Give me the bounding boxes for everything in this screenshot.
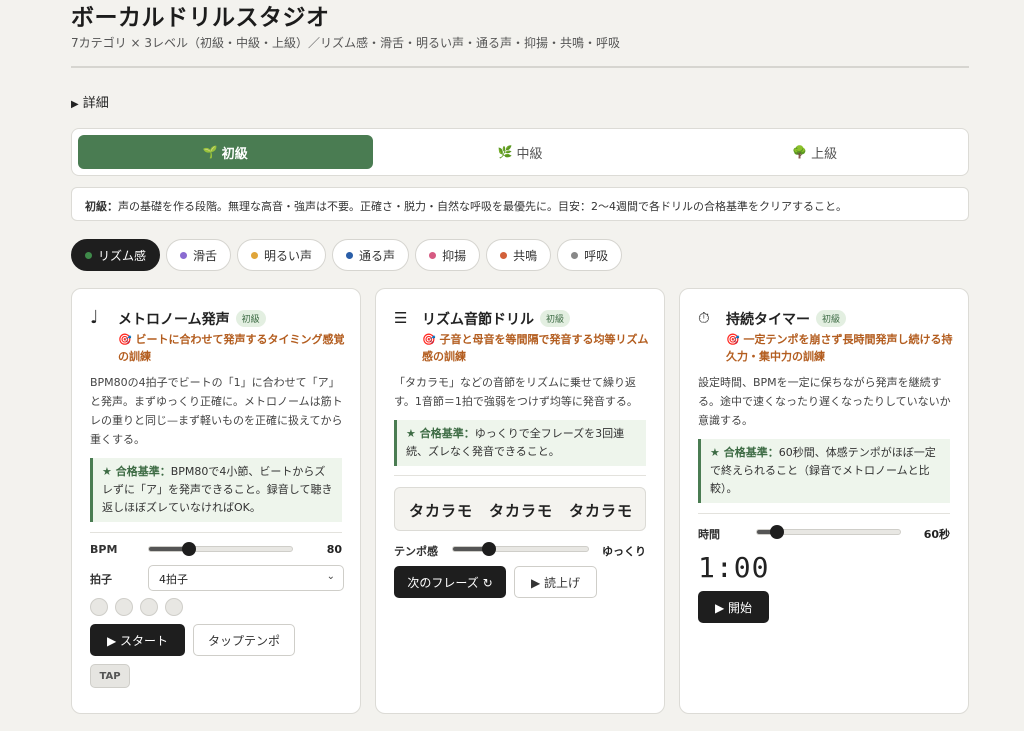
level-description: 初級：声の基礎を作る段階。無理な高音・強声は不要。正確さ・脱力・自然な呼吸を最優… <box>71 187 969 221</box>
level-tab-beginner[interactable]: 🌱 初級 <box>78 135 373 169</box>
level-badge: 初級 <box>540 310 571 327</box>
bpm-label: BPM <box>90 543 118 556</box>
category-chip-breathing[interactable]: 呼吸 <box>557 239 623 271</box>
start-button[interactable]: ▶ スタート <box>90 624 185 656</box>
divider <box>394 475 646 476</box>
bpm-slider[interactable] <box>148 542 293 556</box>
level-badge: 初級 <box>816 310 847 327</box>
level-tabs: 🌱 初級 🌿 中級 🌳 上級 <box>71 128 969 176</box>
tempo-slider[interactable] <box>452 542 589 556</box>
slider-thumb[interactable] <box>770 525 785 539</box>
details-toggle[interactable]: ▶ 詳細 <box>71 92 109 111</box>
category-label: 抑揚 <box>442 248 467 263</box>
category-label: リズム感 <box>98 248 147 263</box>
list-icon: ☰ <box>394 309 408 327</box>
card-title-text: メトロノーム発声 <box>118 312 230 328</box>
app-subtitle: 7カテゴリ × 3レベル（初級・中級・上級）／リズム感・滑舌・明るい声・通る声・… <box>71 36 620 50</box>
timer-start-button[interactable]: ▶ 開始 <box>698 591 769 623</box>
duration-slider[interactable] <box>756 525 901 539</box>
card-title: 持続タイマー 初級 <box>726 309 847 329</box>
beat-label: 拍子 <box>90 573 112 586</box>
category-dot <box>429 251 437 259</box>
card-title-text: 持続タイマー <box>726 312 810 328</box>
beat-indicator <box>140 598 158 616</box>
card-description: BPM80の4拍子でビートの「1」に合わせて「ア」と発声。まずゆっくり正確に。メ… <box>90 376 343 446</box>
bpm-value: 80 <box>326 543 342 556</box>
category-label: 明るい声 <box>264 248 313 263</box>
category-dot <box>251 251 259 259</box>
category-chip-projection[interactable]: 通る声 <box>332 239 410 271</box>
tap-button[interactable]: TAP <box>90 664 130 688</box>
next-phrase-button[interactable]: 次のフレーズ ↻ <box>394 566 506 598</box>
rhythm-syllable-card: ☰ リズム音節ドリル 初級 🎯 子音と母音を等間隔で発音する均等リズム感の訓練 「… <box>375 288 665 714</box>
card-goal: 🎯 一定テンポを崩さず長時間発声し続ける持久力・集中力の訓練 <box>726 333 953 363</box>
criteria-label: ★ 合格基準： <box>710 446 779 459</box>
header-divider <box>71 66 969 68</box>
category-label: 通る声 <box>359 248 396 263</box>
card-title: メトロノーム発声 初級 <box>118 309 266 329</box>
herb-icon: 🌿 <box>497 145 513 159</box>
level-tab-label: 上級 <box>811 146 838 162</box>
category-dot <box>346 251 354 259</box>
level-desc-text: 声の基礎を作る段階。無理な高音・強声は不要。正確さ・脱力・自然な呼吸を最優先に。… <box>118 200 847 213</box>
criteria-label: ★ 合格基準： <box>406 427 475 440</box>
category-chip-articulation[interactable]: 滑舌 <box>166 239 232 271</box>
beat-indicator <box>90 598 108 616</box>
metronome-card: ♩ メトロノーム発声 初級 🎯 ビートに合わせて発声するタイミング感覚の訓練 BP… <box>71 288 361 714</box>
app-title: ボーカルドリルスタジオ <box>71 5 330 31</box>
timer-display: 1:00 <box>698 551 770 584</box>
beat-indicator <box>165 598 183 616</box>
level-desc-name: 初級： <box>85 200 118 213</box>
tree-icon: 🌳 <box>792 145 808 159</box>
pass-criteria: ★ 合格基準：BPM80で4小節、ビートからズレずに「ア」を発声できること。録音… <box>90 458 342 522</box>
tempo-label: テンポ感 <box>394 545 438 558</box>
category-chip-resonance[interactable]: 共鳴 <box>486 239 552 271</box>
card-title-text: リズム音節ドリル <box>422 312 534 328</box>
category-chip-rhythm[interactable]: リズム感 <box>71 239 161 271</box>
music-note-icon: ♩ <box>90 307 99 328</box>
category-dot <box>571 251 579 259</box>
category-dot <box>180 251 188 259</box>
tap-tempo-button[interactable]: タップテンポ <box>193 624 295 656</box>
criteria-label: ★ 合格基準： <box>102 465 171 478</box>
triangle-right-icon: ▶ <box>71 99 79 110</box>
syllable-phrase: タカラモ タカラモ タカラモ <box>394 487 646 531</box>
category-label: 滑舌 <box>193 248 218 263</box>
divider <box>698 513 950 514</box>
chevron-down-icon: ⌄ <box>326 571 335 582</box>
card-goal: 🎯 子音と母音を等間隔で発音する均等リズム感の訓練 <box>422 333 649 363</box>
pass-criteria: ★ 合格基準：60秒間、体感テンポがほぼ一定で終えられること（録音でメトロノーム… <box>698 439 950 503</box>
category-dot <box>85 251 92 259</box>
category-dot <box>500 251 508 259</box>
level-tab-intermediate[interactable]: 🌿 中級 <box>373 135 668 169</box>
select-value: 4拍子 <box>159 573 188 586</box>
category-chips: リズム感 滑舌 明るい声 通る声 抑揚 共鳴 呼吸 <box>71 239 623 271</box>
level-tab-label: 初級 <box>221 146 248 162</box>
card-description: 設定時間、BPMを一定に保ちながら発声を継続する。途中で速くなったり遅くなったり… <box>698 376 951 427</box>
category-label: 共鳴 <box>513 248 538 263</box>
seedling-icon: 🌱 <box>202 145 218 159</box>
card-description: 「タカラモ」などの音節をリズムに乗せて繰り返す。1音節＝1拍で強弱をつけず均等に… <box>394 376 638 408</box>
details-label: 詳細 <box>82 96 109 111</box>
stopwatch-icon: ⏱ <box>698 309 710 327</box>
slider-thumb[interactable] <box>482 542 497 556</box>
sustain-timer-card: ⏱ 持続タイマー 初級 🎯 一定テンポを崩さず長時間発声し続ける持久力・集中力の訓… <box>679 288 969 714</box>
category-label: 呼吸 <box>584 248 609 263</box>
time-label: 時間 <box>698 528 720 541</box>
level-badge: 初級 <box>235 310 266 327</box>
beat-indicator <box>115 598 133 616</box>
read-aloud-button[interactable]: ▶ 読上げ <box>514 566 597 598</box>
category-chip-intonation[interactable]: 抑揚 <box>415 239 481 271</box>
pass-criteria: ★ 合格基準：ゆっくりで全フレーズを3回連続、ズレなく発音できること。 <box>394 420 646 466</box>
level-tab-advanced[interactable]: 🌳 上級 <box>667 135 962 169</box>
level-tab-label: 中級 <box>516 146 543 162</box>
divider <box>90 532 342 533</box>
tempo-value: ゆっくり <box>602 545 646 558</box>
card-title: リズム音節ドリル 初級 <box>422 309 571 329</box>
card-goal: 🎯 ビートに合わせて発声するタイミング感覚の訓練 <box>118 333 345 363</box>
slider-thumb[interactable] <box>182 542 197 556</box>
time-signature-select[interactable]: 4拍子 ⌄ <box>148 565 344 591</box>
category-chip-bright-voice[interactable]: 明るい声 <box>237 239 327 271</box>
time-value: 60秒 <box>923 528 950 541</box>
